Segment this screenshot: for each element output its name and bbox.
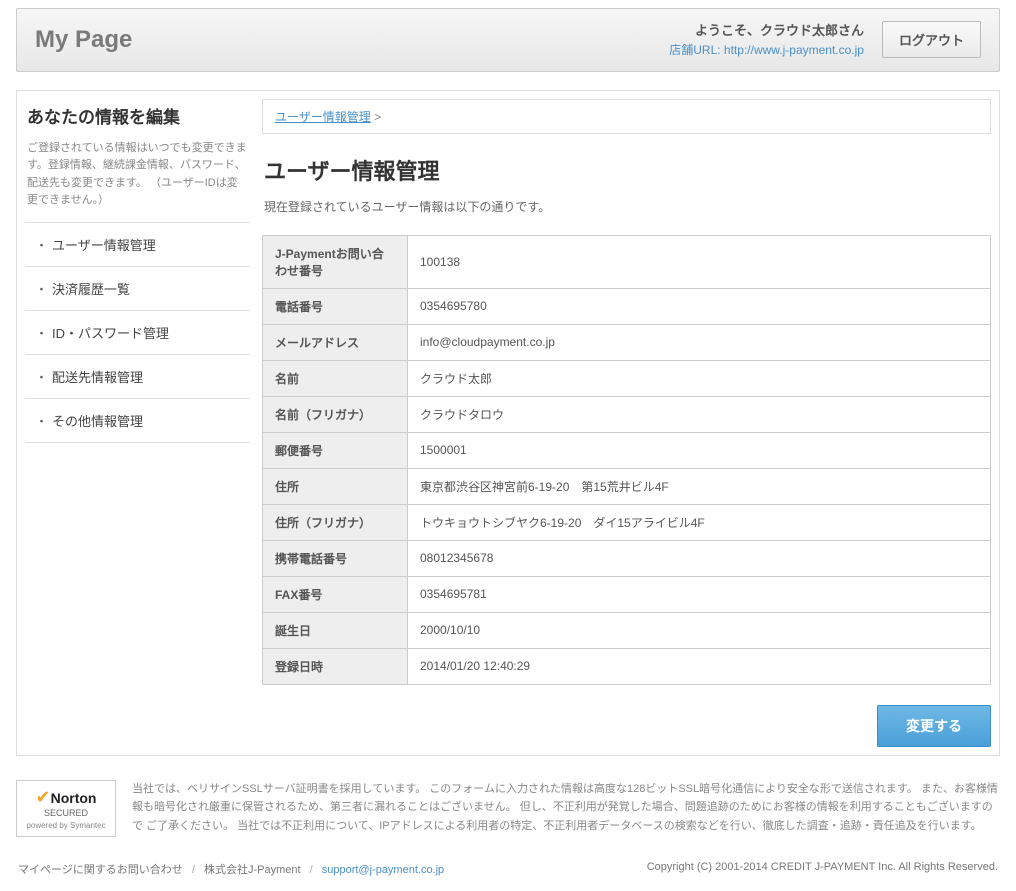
shop-url-link[interactable]: http://www.j-payment.co.jp [724, 43, 864, 57]
table-row: 名前クラウド太郎 [263, 360, 991, 396]
security-footer: ✔Norton SECURED powered by Symantec 当社では… [16, 776, 1000, 842]
table-row: 住所（フリガナ）トウキョウトシブヤク6-19-20 ダイ15アライビル4F [263, 504, 991, 540]
table-value: 2000/10/10 [408, 612, 991, 648]
table-value: 1500001 [408, 432, 991, 468]
table-value: 東京都渋谷区神宮前6-19-20 第15荒井ビル4F [408, 468, 991, 504]
table-label: 登録日時 [263, 648, 408, 684]
breadcrumb-link[interactable]: ユーザー情報管理 [275, 110, 371, 124]
footer: マイページに関するお問い合わせ / 株式会社J-Payment / suppor… [16, 855, 1000, 883]
table-row: FAX番号0354695781 [263, 576, 991, 612]
table-label: 郵便番号 [263, 432, 408, 468]
change-button[interactable]: 変更する [877, 705, 991, 747]
table-value: 100138 [408, 235, 991, 288]
table-row: J-Paymentお問い合わせ番号100138 [263, 235, 991, 288]
checkmark-icon: ✔ [36, 787, 51, 807]
sidebar-item-payment-history[interactable]: 決済履歴一覧 [25, 267, 250, 311]
copyright: Copyright (C) 2001-2014 CREDIT J-PAYMENT… [647, 861, 998, 877]
sidebar-title: あなたの情報を編集 [25, 99, 250, 132]
table-label: 名前（フリガナ） [263, 396, 408, 432]
table-value: 0354695780 [408, 288, 991, 324]
norton-badge: ✔Norton SECURED powered by Symantec [16, 780, 116, 838]
sidebar-menu: ユーザー情報管理 決済履歴一覧 ID・パスワード管理 配送先情報管理 その他情報… [25, 222, 250, 443]
sidebar-item-id-password[interactable]: ID・パスワード管理 [25, 311, 250, 355]
table-value: 08012345678 [408, 540, 991, 576]
shop-url: 店舗URL: http://www.j-payment.co.jp [669, 41, 864, 59]
table-label: メールアドレス [263, 324, 408, 360]
table-label: 電話番号 [263, 288, 408, 324]
logout-button[interactable]: ログアウト [882, 21, 981, 58]
user-info-table: J-Paymentお問い合わせ番号100138電話番号0354695780メール… [262, 235, 991, 685]
sidebar-item-user-info[interactable]: ユーザー情報管理 [25, 223, 250, 267]
table-row: 名前（フリガナ）クラウドタロウ [263, 396, 991, 432]
footer-links: マイページに関するお問い合わせ / 株式会社J-Payment / suppor… [18, 861, 444, 877]
table-value: クラウド太郎 [408, 360, 991, 396]
table-row: 郵便番号1500001 [263, 432, 991, 468]
table-row: 誕生日2000/10/10 [263, 612, 991, 648]
table-row: 携帯電話番号08012345678 [263, 540, 991, 576]
breadcrumb: ユーザー情報管理 > [262, 99, 991, 134]
table-row: 住所東京都渋谷区神宮前6-19-20 第15荒井ビル4F [263, 468, 991, 504]
table-value: クラウドタロウ [408, 396, 991, 432]
security-text: 当社では、ベリサインSSLサーバ証明書を採用しています。 このフォームに入力され… [132, 780, 1000, 836]
page-subtitle: 現在登録されているユーザー情報は以下の通りです。 [262, 198, 991, 215]
sidebar-item-shipping[interactable]: 配送先情報管理 [25, 355, 250, 399]
sidebar-description: ご登録されている情報はいつでも変更できます。登録情報、継続課金情報、パスワード、… [25, 140, 250, 210]
header: My Page ようこそ、クラウド太郎さん 店舗URL: http://www.… [16, 8, 1000, 72]
table-value: 2014/01/20 12:40:29 [408, 648, 991, 684]
sidebar-item-other[interactable]: その他情報管理 [25, 399, 250, 443]
table-label: 住所 [263, 468, 408, 504]
welcome-text: ようこそ、クラウド太郎さん [669, 21, 864, 41]
table-label: FAX番号 [263, 576, 408, 612]
sidebar: あなたの情報を編集 ご登録されている情報はいつでも変更できます。登録情報、継続課… [25, 99, 250, 747]
table-label: 住所（フリガナ） [263, 504, 408, 540]
support-email-link[interactable]: support@j-payment.co.jp [322, 864, 444, 876]
table-value: トウキョウトシブヤク6-19-20 ダイ15アライビル4F [408, 504, 991, 540]
logo: My Page [35, 26, 132, 54]
table-value: 0354695781 [408, 576, 991, 612]
table-row: 電話番号0354695780 [263, 288, 991, 324]
table-label: 誕生日 [263, 612, 408, 648]
table-label: J-Paymentお問い合わせ番号 [263, 235, 408, 288]
page-title: ユーザー情報管理 [262, 154, 991, 186]
table-row: 登録日時2014/01/20 12:40:29 [263, 648, 991, 684]
table-value: info@cloudpayment.co.jp [408, 324, 991, 360]
table-label: 携帯電話番号 [263, 540, 408, 576]
main-content: ユーザー情報管理 > ユーザー情報管理 現在登録されているユーザー情報は以下の通… [262, 99, 991, 747]
table-row: メールアドレスinfo@cloudpayment.co.jp [263, 324, 991, 360]
table-label: 名前 [263, 360, 408, 396]
